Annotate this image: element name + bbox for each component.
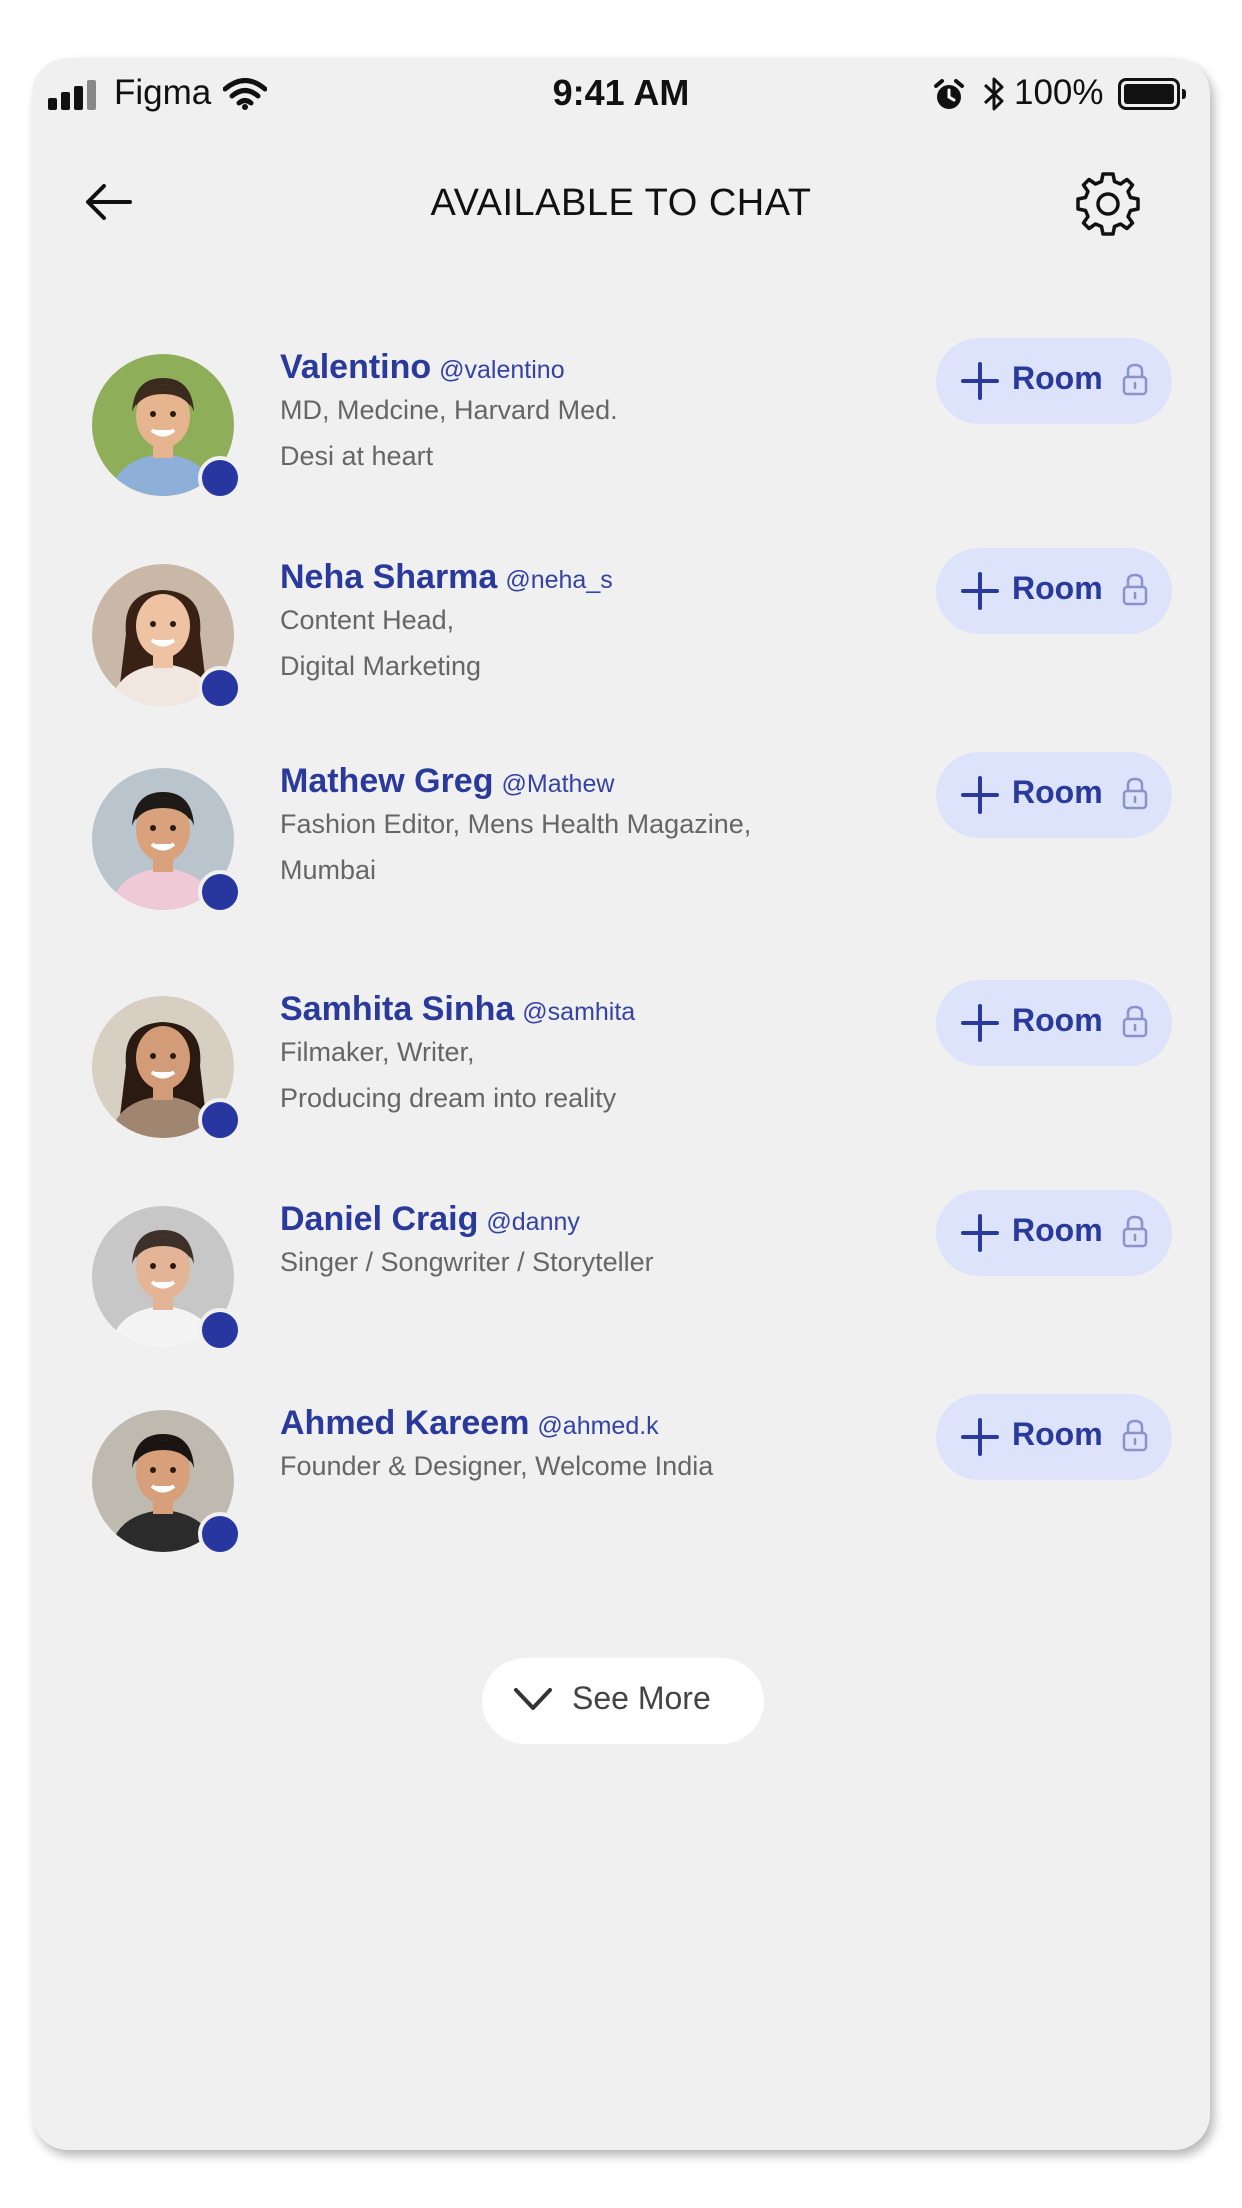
add-room-button[interactable]: Room xyxy=(936,338,1172,424)
add-room-button[interactable]: Room xyxy=(936,980,1172,1066)
user-row[interactable]: Ahmed Kareem @ahmed.k Founder & Designer,… xyxy=(32,1394,1210,1570)
room-label: Room xyxy=(1012,360,1103,396)
user-handle[interactable]: @danny xyxy=(486,1208,580,1236)
room-label: Room xyxy=(1012,1212,1103,1248)
user-name[interactable]: Samhita Sinha xyxy=(280,990,514,1028)
avatar[interactable] xyxy=(92,354,242,500)
user-info: Ahmed Kareem @ahmed.k Founder & Designer,… xyxy=(280,1404,713,1489)
name-line: Neha Sharma @neha_s xyxy=(280,558,613,597)
user-description-line-2: Digital Marketing xyxy=(280,651,482,681)
gear-icon[interactable] xyxy=(1072,168,1144,240)
user-handle[interactable]: @neha_s xyxy=(505,566,612,594)
lock-icon xyxy=(1122,573,1148,606)
avatar[interactable] xyxy=(92,1206,242,1352)
name-line: Samhita Sinha @samhita xyxy=(280,990,635,1029)
user-name[interactable]: Neha Sharma xyxy=(280,558,497,596)
online-status-dot xyxy=(198,1098,242,1142)
plus-icon xyxy=(961,1418,999,1456)
plus-icon xyxy=(961,572,999,610)
user-row[interactable]: Valentino @valentino MD, Medcine, Harvard… xyxy=(32,338,1210,514)
lock-icon xyxy=(1122,777,1148,810)
user-info: Samhita Sinha @samhita Filmaker, Writer, … xyxy=(280,990,635,1121)
room-label: Room xyxy=(1012,570,1103,606)
room-label: Room xyxy=(1012,774,1103,810)
user-name[interactable]: Mathew Greg xyxy=(280,762,493,800)
avatar[interactable] xyxy=(92,564,242,710)
user-description-line-1: Singer / Songwriter / Storyteller xyxy=(280,1247,654,1277)
status-bar: Figma 9:41 AM 100% xyxy=(32,58,1210,128)
user-name[interactable]: Daniel Craig xyxy=(280,1200,478,1238)
plus-icon xyxy=(961,1004,999,1042)
plus-icon xyxy=(961,362,999,400)
user-description-line-1: Content Head, xyxy=(280,605,455,635)
name-line: Ahmed Kareem @ahmed.k xyxy=(280,1404,713,1443)
name-line: Valentino @valentino xyxy=(280,348,618,387)
lock-icon xyxy=(1122,1005,1148,1038)
online-status-dot xyxy=(198,1512,242,1556)
lock-icon xyxy=(1122,1419,1148,1452)
lock-icon xyxy=(1122,1215,1148,1248)
battery-icon xyxy=(1118,78,1186,110)
add-room-button[interactable]: Room xyxy=(936,1190,1172,1276)
online-status-dot xyxy=(198,456,242,500)
room-label: Room xyxy=(1012,1002,1103,1038)
battery-percent: 100% xyxy=(1014,73,1104,112)
room-label: Room xyxy=(1012,1416,1103,1452)
user-description-line-1: MD, Medcine, Harvard Med. xyxy=(280,395,618,425)
avatar[interactable] xyxy=(92,996,242,1142)
user-handle[interactable]: @ahmed.k xyxy=(537,1412,658,1440)
user-description-line-1: Founder & Designer, Welcome India xyxy=(280,1451,714,1481)
phone-screen: Figma 9:41 AM 100% AVAILABLE TO CHAT Val… xyxy=(32,58,1210,2150)
user-row[interactable]: Daniel Craig @danny Singer / Songwriter /… xyxy=(32,1190,1210,1366)
page-title: AVAILABLE TO CHAT xyxy=(430,182,812,224)
plus-icon xyxy=(961,776,999,814)
add-room-button[interactable]: Room xyxy=(936,752,1172,838)
user-description-line-2: Producing dream into reality xyxy=(280,1083,617,1113)
online-status-dot xyxy=(198,870,242,914)
online-status-dot xyxy=(198,1308,242,1352)
chevron-down-icon xyxy=(514,1688,552,1710)
user-row[interactable]: Neha Sharma @neha_s Content Head, Digital… xyxy=(32,548,1210,724)
add-room-button[interactable]: Room xyxy=(936,548,1172,634)
see-more-button[interactable]: See More xyxy=(482,1658,764,1744)
name-line: Daniel Craig @danny xyxy=(280,1200,654,1239)
user-row[interactable]: Samhita Sinha @samhita Filmaker, Writer, … xyxy=(32,980,1210,1156)
user-info: Valentino @valentino MD, Medcine, Harvard… xyxy=(280,348,618,479)
alarm-icon xyxy=(934,79,964,109)
plus-icon xyxy=(961,1214,999,1252)
user-name[interactable]: Ahmed Kareem xyxy=(280,1404,529,1442)
avatar[interactable] xyxy=(92,1410,242,1556)
user-description-line-2: Mumbai xyxy=(280,855,377,885)
user-handle[interactable]: @Mathew xyxy=(501,770,614,798)
name-line: Mathew Greg @Mathew xyxy=(280,762,751,801)
user-description-line-1: Filmaker, Writer, xyxy=(280,1037,475,1067)
user-description-line-1: Fashion Editor, Mens Health Magazine, xyxy=(280,809,752,839)
lock-icon xyxy=(1122,363,1148,396)
user-info: Daniel Craig @danny Singer / Songwriter /… xyxy=(280,1200,654,1285)
user-info: Mathew Greg @Mathew Fashion Editor, Mens … xyxy=(280,762,751,893)
user-row[interactable]: Mathew Greg @Mathew Fashion Editor, Mens … xyxy=(32,752,1210,928)
online-status-dot xyxy=(198,666,242,710)
user-handle[interactable]: @valentino xyxy=(439,356,564,384)
user-info: Neha Sharma @neha_s Content Head, Digital… xyxy=(280,558,613,689)
see-more-label: See More xyxy=(572,1680,711,1716)
user-handle[interactable]: @samhita xyxy=(522,998,635,1026)
user-description-line-2: Desi at heart xyxy=(280,441,434,471)
bluetooth-icon xyxy=(983,77,1004,111)
add-room-button[interactable]: Room xyxy=(936,1394,1172,1480)
user-name[interactable]: Valentino xyxy=(280,348,431,386)
avatar[interactable] xyxy=(92,768,242,914)
